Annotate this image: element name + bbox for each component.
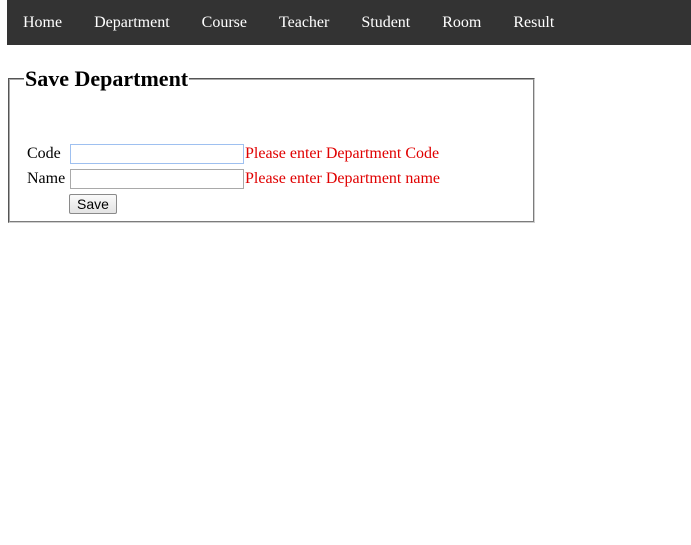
nav-item-teacher[interactable]: Teacher bbox=[263, 0, 345, 45]
code-row: Code Please enter Department Code bbox=[27, 144, 439, 164]
save-department-fieldset: Save Department Code Please enter Depart… bbox=[8, 66, 535, 223]
nav-item-room[interactable]: Room bbox=[426, 0, 497, 45]
save-button[interactable]: Save bbox=[69, 194, 117, 214]
nav-item-department[interactable]: Department bbox=[78, 0, 186, 45]
name-label: Name bbox=[27, 170, 66, 187]
name-error-message: Please enter Department name bbox=[245, 170, 441, 187]
nav-item-course[interactable]: Course bbox=[186, 0, 263, 45]
code-label: Code bbox=[27, 145, 61, 162]
nav-item-student[interactable]: Student bbox=[345, 0, 426, 45]
nav-item-result[interactable]: Result bbox=[497, 0, 570, 45]
code-error-message: Please enter Department Code bbox=[245, 145, 440, 162]
nav-menu: Home Department Course Teacher Student R… bbox=[7, 0, 691, 45]
top-navbar: Home Department Course Teacher Student R… bbox=[7, 0, 691, 45]
nav-item-home[interactable]: Home bbox=[7, 0, 78, 45]
name-row: Name Please enter Department name bbox=[27, 169, 440, 189]
code-input[interactable] bbox=[70, 144, 244, 164]
name-input[interactable] bbox=[70, 169, 244, 189]
form-legend: Save Department bbox=[25, 66, 189, 91]
